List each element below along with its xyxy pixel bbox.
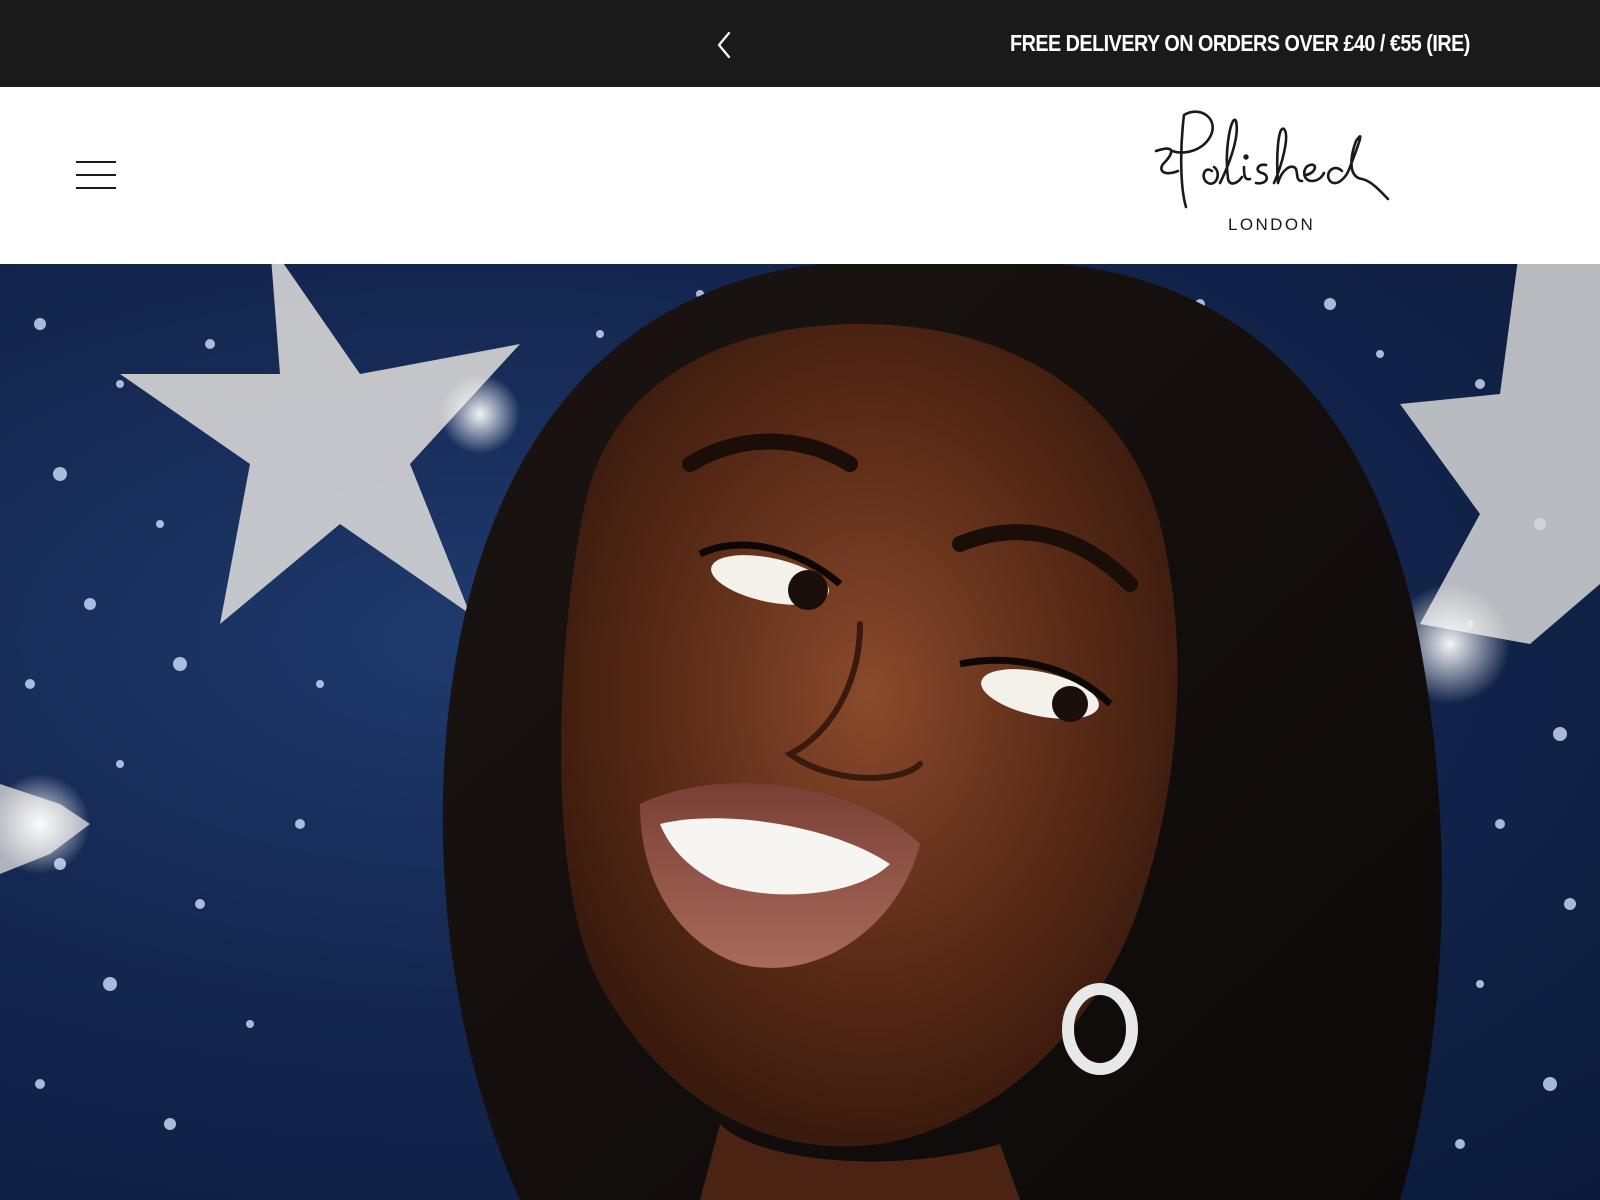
menu-button[interactable] — [70, 152, 122, 198]
site-header: LONDON — [0, 87, 1600, 264]
polished-london-logo[interactable]: LONDON — [1150, 107, 1400, 247]
announcement-prev-button[interactable] — [706, 27, 742, 63]
logo-subtitle: LONDON — [1228, 215, 1316, 234]
announcement-message[interactable]: FREE DELIVERY ON ORDERS OVER £40 / €55 (… — [1010, 0, 1470, 87]
hamburger-menu-icon-line — [76, 161, 116, 163]
hamburger-menu-icon-line — [76, 174, 116, 176]
polished-script-logo — [1154, 110, 1390, 209]
hamburger-menu-icon-line — [76, 187, 116, 189]
silver-star-right — [1400, 264, 1600, 644]
hero-image — [0, 264, 1600, 1200]
hero-banner[interactable] — [0, 264, 1600, 1200]
announcement-bar: FREE DELIVERY ON ORDERS OVER £40 / €55 (… — [0, 0, 1600, 87]
chevron-left-icon — [717, 31, 731, 59]
